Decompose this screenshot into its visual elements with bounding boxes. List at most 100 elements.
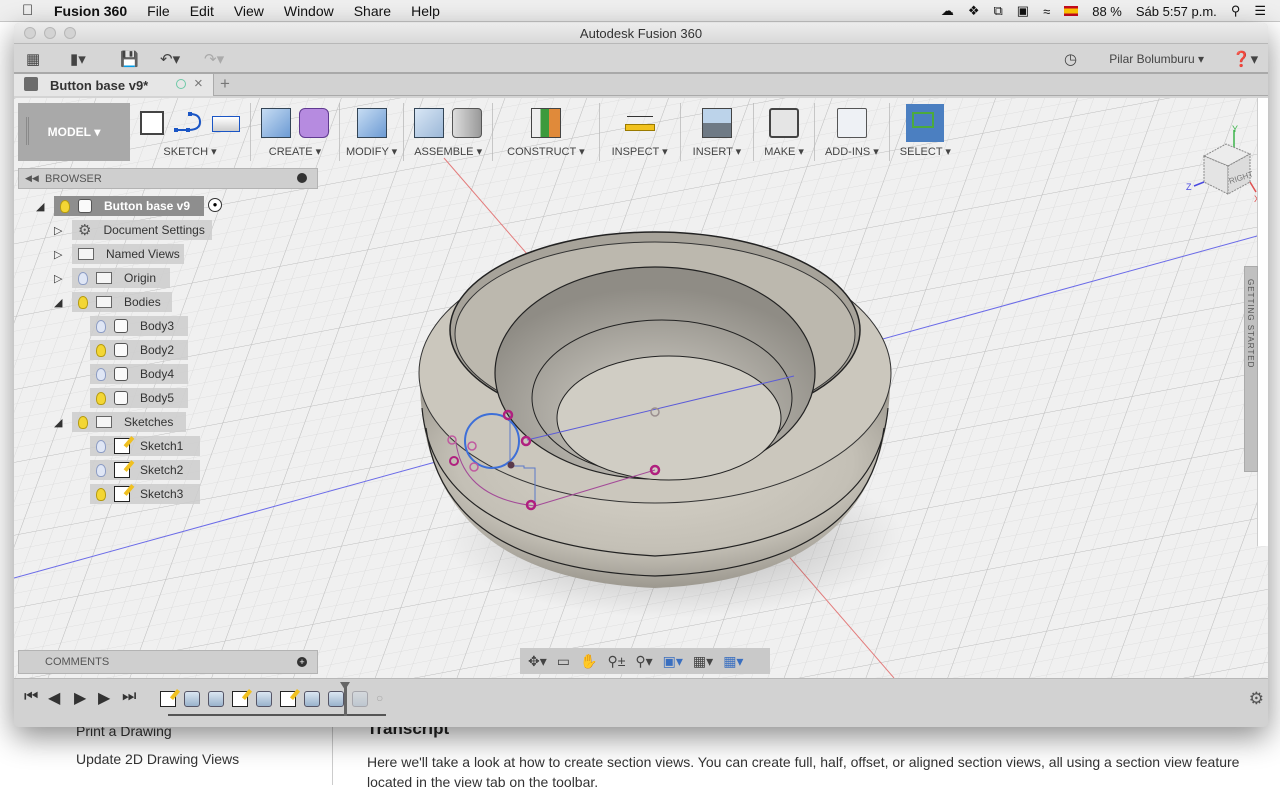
joint-icon[interactable] <box>452 108 483 138</box>
spline-icon[interactable] <box>172 108 202 138</box>
construct-group[interactable]: CONSTRUCT ▾ <box>493 103 600 161</box>
browser-node-sketches[interactable]: ◢ Sketches <box>18 412 318 432</box>
browser-node-body3[interactable]: Body3 <box>18 316 318 336</box>
extrude-icon[interactable] <box>261 108 291 138</box>
visibility-bulb-icon[interactable] <box>96 343 106 357</box>
user-account-menu[interactable]: Pilar Bolumburu ▾ <box>1109 52 1204 66</box>
create-menu-label[interactable]: CREATE ▾ <box>269 145 321 158</box>
menu-help[interactable]: Help <box>411 3 440 19</box>
visibility-bulb-icon[interactable] <box>96 391 106 405</box>
zoom-icon[interactable]: ⚲± <box>607 653 625 670</box>
browser-node-sketch1[interactable]: Sketch1 <box>18 436 318 456</box>
timeline-feature-item[interactable] <box>256 691 272 707</box>
collapse-panel-icon[interactable]: ◀◀ <box>25 173 39 184</box>
comments-panel[interactable]: COMMENTS + <box>18 650 318 674</box>
menu-share[interactable]: Share <box>354 3 391 19</box>
wifi-icon[interactable]: ≈ <box>1043 4 1050 19</box>
timeline-feature-item[interactable] <box>304 691 320 707</box>
look-at-icon[interactable]: ▭ <box>557 653 570 670</box>
visibility-bulb-icon[interactable] <box>96 487 106 501</box>
timeline-sketch-item[interactable] <box>280 691 296 707</box>
sketch-group[interactable]: SKETCH ▾ <box>130 103 251 161</box>
collapsed-triangle-icon[interactable]: ▷ <box>54 272 62 285</box>
browser-root-node[interactable]: ◢ Button base v9 ● <box>18 196 318 216</box>
visibility-bulb-icon[interactable] <box>96 463 106 477</box>
timeline-feature-item[interactable] <box>328 691 344 707</box>
select-menu-label[interactable]: SELECT ▾ <box>900 145 951 158</box>
timeline-marker[interactable] <box>340 682 350 716</box>
visibility-bulb-icon[interactable] <box>78 415 88 429</box>
job-status-clock-icon[interactable]: ◷ <box>1064 50 1077 68</box>
press-pull-icon[interactable] <box>356 108 387 138</box>
activate-radio-icon[interactable]: ● <box>208 198 222 212</box>
assemble-menu-label[interactable]: ASSEMBLE ▾ <box>414 145 482 158</box>
browser-node-sketch2[interactable]: Sketch2 <box>18 460 318 480</box>
timeline-joint-item[interactable]: ○ <box>376 691 392 707</box>
timeline-feature-item[interactable] <box>184 691 200 707</box>
window-title-bar[interactable]: Autodesk Fusion 360 <box>14 23 1268 44</box>
window-select-icon[interactable] <box>906 104 945 142</box>
save-icon[interactable]: 💾 <box>120 50 139 68</box>
insert-group[interactable]: INSERT ▾ <box>681 103 755 161</box>
create-sketch-icon[interactable] <box>140 111 164 135</box>
timeline-sketch-item[interactable] <box>160 691 176 707</box>
spanish-flag-input-icon[interactable] <box>1064 6 1079 16</box>
make-menu-label[interactable]: MAKE ▾ <box>764 145 804 158</box>
3d-print-icon[interactable] <box>769 108 800 138</box>
workspace-switcher[interactable]: MODEL ▾ <box>18 103 130 161</box>
create-group[interactable]: CREATE ▾ <box>251 103 340 161</box>
collapsed-triangle-icon[interactable]: ▷ <box>54 224 62 237</box>
expanded-triangle-icon[interactable]: ◢ <box>54 416 62 429</box>
timeline-settings-gear-icon[interactable]: ⚙ <box>1249 689 1264 709</box>
menu-window[interactable]: Window <box>284 3 334 19</box>
visibility-bulb-icon[interactable] <box>96 367 106 381</box>
help-icon[interactable]: ❓▾ <box>1232 50 1258 68</box>
view-cube[interactable]: Y RIGHT Z X <box>1184 124 1260 204</box>
addins-menu-label[interactable]: ADD-INS ▾ <box>825 145 879 158</box>
step-back-icon[interactable]: ◀ <box>48 688 60 708</box>
pan-hand-icon[interactable]: ✋ <box>580 653 597 670</box>
menu-edit[interactable]: Edit <box>190 3 214 19</box>
menu-app-name[interactable]: Fusion 360 <box>54 3 127 19</box>
addins-group[interactable]: ADD-INS ▾ <box>815 103 890 161</box>
play-icon[interactable]: ▶ <box>74 688 86 708</box>
go-to-start-icon[interactable]: ⏮ <box>24 688 38 706</box>
go-to-end-icon[interactable]: ⏭ <box>122 688 136 706</box>
visibility-bulb-icon[interactable] <box>78 271 88 285</box>
undo-icon[interactable]: ↶▾ <box>160 50 180 68</box>
make-group[interactable]: MAKE ▾ <box>754 103 815 161</box>
orbit-icon[interactable]: ✥▾ <box>528 653 547 670</box>
add-comment-icon[interactable]: + <box>297 657 307 667</box>
expanded-triangle-icon[interactable]: ◢ <box>54 296 62 309</box>
timeline-sketch-item[interactable] <box>232 691 248 707</box>
notification-center-icon[interactable]: ☰ <box>1254 3 1266 19</box>
file-icon[interactable]: ▮▾ <box>70 50 86 68</box>
visibility-bulb-icon[interactable] <box>96 319 106 333</box>
spotlight-search-icon[interactable]: ⚲ <box>1231 3 1241 19</box>
browser-header[interactable]: ◀◀ BROWSER <box>18 168 318 189</box>
grid-settings-icon[interactable]: ▦▾ <box>693 653 713 670</box>
redo-icon[interactable]: ↷▾ <box>204 50 224 68</box>
assemble-group[interactable]: ASSEMBLE ▾ <box>404 103 494 161</box>
browser-node-body4[interactable]: Body4 <box>18 364 318 384</box>
new-component-icon[interactable] <box>414 108 445 138</box>
inspect-menu-label[interactable]: INSPECT ▾ <box>612 145 668 158</box>
select-group[interactable]: SELECT ▾ <box>890 103 961 161</box>
measure-icon[interactable] <box>624 108 655 138</box>
scripts-addins-icon[interactable] <box>836 108 867 138</box>
expanded-triangle-icon[interactable]: ◢ <box>36 200 44 213</box>
data-panel-grid-icon[interactable]: ▦ <box>26 50 40 68</box>
document-tab[interactable]: Button base v9* × <box>14 74 214 96</box>
step-forward-icon[interactable]: ▶ <box>98 688 110 708</box>
inspect-group[interactable]: INSPECT ▾ <box>600 103 681 161</box>
getting-started-tab[interactable]: GETTING STARTED <box>1244 266 1258 472</box>
browser-node-sketch3[interactable]: Sketch3 <box>18 484 318 504</box>
new-tab-button[interactable]: + <box>220 74 230 94</box>
minimize-browser-icon[interactable] <box>297 173 307 183</box>
browser-node-bodies[interactable]: ◢ Bodies <box>18 292 318 312</box>
battery-status[interactable]: 88 % <box>1092 4 1122 19</box>
viewports-icon[interactable]: ▦▾ <box>723 653 743 670</box>
menu-file[interactable]: File <box>147 3 170 19</box>
browser-node-document-settings[interactable]: ▷ ⚙ Document Settings <box>18 220 318 240</box>
dropbox-icon[interactable]: ❖ <box>968 3 980 19</box>
